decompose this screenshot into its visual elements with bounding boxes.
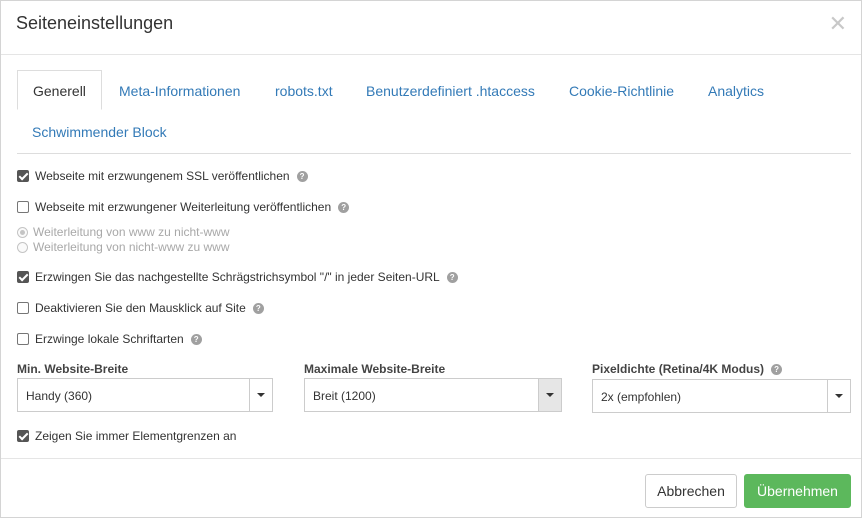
- dialog-title: Seiteneinstellungen: [16, 13, 174, 33]
- chevron-down-icon[interactable]: [249, 379, 272, 411]
- tab-meta-informationen[interactable]: Meta-Informationen: [119, 83, 240, 99]
- pixel-density-select[interactable]: 2x (empfohlen): [592, 379, 851, 413]
- disable-mouse-label: Deaktivieren Sie den Mausklick auf Site: [35, 301, 246, 315]
- redirect-checkbox[interactable]: [17, 201, 29, 213]
- option-trailing-slash: Erzwingen Sie das nachgestellte Schrägst…: [17, 270, 458, 284]
- dialog-header: Seiteneinstellungen ✕: [1, 1, 861, 55]
- max-width-label: Maximale Website-Breite: [304, 362, 445, 376]
- redirect-label: Webseite mit erzwungener Weiterleitung v…: [35, 200, 332, 214]
- tab-cookie-richtlinie[interactable]: Cookie-Richtlinie: [569, 83, 674, 99]
- chevron-down-icon[interactable]: [827, 380, 850, 412]
- element-borders-label: Zeigen Sie immer Elementgrenzen an: [35, 429, 237, 443]
- tab-analytics[interactable]: Analytics: [708, 83, 764, 99]
- option-element-borders: Zeigen Sie immer Elementgrenzen an: [17, 429, 236, 443]
- option-nonwww-to-www: Weiterleitung von nicht-www zu www: [17, 240, 230, 254]
- option-redirect: Webseite mit erzwungener Weiterleitung v…: [17, 200, 350, 214]
- tab-robots[interactable]: robots.txt: [275, 83, 333, 99]
- trailing-slash-checkbox[interactable]: [17, 271, 29, 283]
- help-icon[interactable]: ?: [446, 271, 458, 283]
- close-icon[interactable]: ✕: [829, 13, 847, 35]
- www-to-nonwww-radio: [17, 226, 28, 238]
- help-icon[interactable]: ?: [338, 201, 350, 213]
- tab-generell[interactable]: Generell: [17, 70, 102, 110]
- option-ssl: Webseite mit erzwungenem SSL veröffentli…: [17, 169, 308, 183]
- tab-schwimmender-block[interactable]: Schwimmender Block: [32, 124, 167, 140]
- min-width-label: Min. Website-Breite: [17, 362, 128, 376]
- max-width-value: Breit (1200): [313, 389, 376, 403]
- ssl-checkbox[interactable]: [17, 170, 29, 182]
- disable-mouse-checkbox[interactable]: [17, 302, 29, 314]
- max-width-select[interactable]: Breit (1200): [304, 378, 562, 412]
- max-width-label-text: Maximale Website-Breite: [304, 362, 446, 376]
- min-width-select[interactable]: Handy (360): [17, 378, 273, 412]
- tab-bar: Generell Meta-Informationen robots.txt B…: [17, 70, 851, 154]
- help-icon[interactable]: ?: [296, 170, 308, 182]
- apply-button[interactable]: Übernehmen: [744, 474, 851, 508]
- help-icon[interactable]: ?: [771, 363, 783, 375]
- option-www-to-nonwww: Weiterleitung von www zu nicht-www: [17, 225, 230, 239]
- trailing-slash-label: Erzwingen Sie das nachgestellte Schrägst…: [35, 270, 440, 284]
- page-settings-dialog: Seiteneinstellungen ✕ Generell Meta-Info…: [0, 0, 862, 518]
- local-fonts-checkbox[interactable]: [17, 333, 29, 345]
- pixel-density-value: 2x (empfohlen): [601, 390, 682, 404]
- nonwww-to-www-label: Weiterleitung von nicht-www zu www: [33, 240, 230, 254]
- element-borders-checkbox[interactable]: [17, 430, 29, 442]
- min-width-label-text: Min. Website-Breite: [17, 362, 129, 376]
- min-width-value: Handy (360): [26, 389, 93, 403]
- local-fonts-label: Erzwinge lokale Schriftarten: [35, 332, 184, 346]
- help-icon[interactable]: ?: [190, 333, 202, 345]
- tab-htaccess[interactable]: Benutzerdefiniert .htaccess: [366, 83, 535, 99]
- cancel-button[interactable]: Abbrechen: [645, 474, 737, 508]
- option-disable-mouse: Deaktivieren Sie den Mausklick auf Site …: [17, 301, 264, 315]
- help-icon[interactable]: ?: [252, 302, 264, 314]
- ssl-label: Webseite mit erzwungenem SSL veröffentli…: [35, 169, 290, 183]
- www-to-nonwww-label: Weiterleitung von www zu nicht-www: [33, 225, 230, 239]
- pixel-density-label-text: Pixeldichte (Retina/4K Modus): [592, 362, 765, 376]
- pixel-density-label: Pixeldichte (Retina/4K Modus) ?: [592, 362, 783, 376]
- nonwww-to-www-radio: [17, 241, 28, 253]
- option-local-fonts: Erzwinge lokale Schriftarten ?: [17, 332, 202, 346]
- chevron-down-icon[interactable]: [538, 379, 561, 411]
